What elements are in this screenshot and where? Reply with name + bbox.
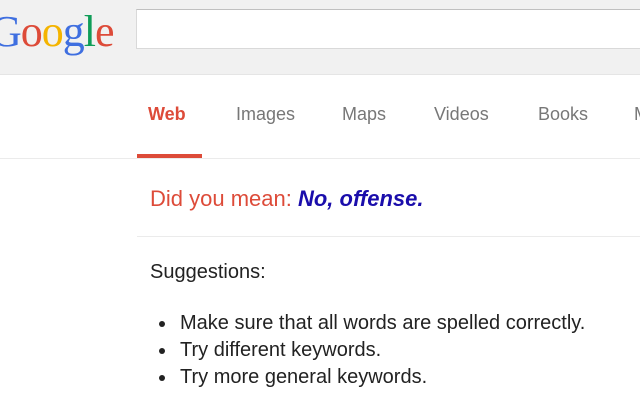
- suggestions-list: Make sure that all words are spelled cor…: [158, 310, 585, 391]
- logo-letter-o1: o: [20, 7, 43, 56]
- search-input[interactable]: [136, 9, 640, 49]
- tab-web[interactable]: Web: [148, 104, 186, 125]
- list-item: Try more general keywords.: [158, 364, 585, 391]
- header-bar: Google: [0, 0, 640, 75]
- active-tab-indicator: [137, 154, 202, 158]
- divider: [137, 236, 640, 237]
- tab-more[interactable]: M: [634, 104, 640, 125]
- list-item: Make sure that all words are spelled cor…: [158, 310, 585, 337]
- spelling-suggestion: Did you mean: No, offense.: [150, 186, 423, 212]
- logo-letter-l: l: [83, 7, 96, 56]
- logo-letter-g: G: [0, 7, 22, 56]
- google-logo[interactable]: Google: [0, 7, 115, 56]
- logo-letter-o2: o: [41, 7, 64, 56]
- logo-letter-g2: g: [62, 7, 85, 56]
- did-you-mean-label: Did you mean:: [150, 186, 298, 211]
- tab-books[interactable]: Books: [538, 104, 588, 125]
- tab-images[interactable]: Images: [236, 104, 295, 125]
- suggested-query-link[interactable]: No, offense.: [298, 186, 424, 211]
- logo-letter-e: e: [95, 7, 115, 56]
- tab-maps[interactable]: Maps: [342, 104, 386, 125]
- suggestions-heading: Suggestions:: [150, 261, 266, 283]
- tab-videos[interactable]: Videos: [434, 104, 489, 125]
- list-item: Try different keywords.: [158, 337, 585, 364]
- search-tabs: Web Images Maps Videos Books M: [0, 74, 640, 159]
